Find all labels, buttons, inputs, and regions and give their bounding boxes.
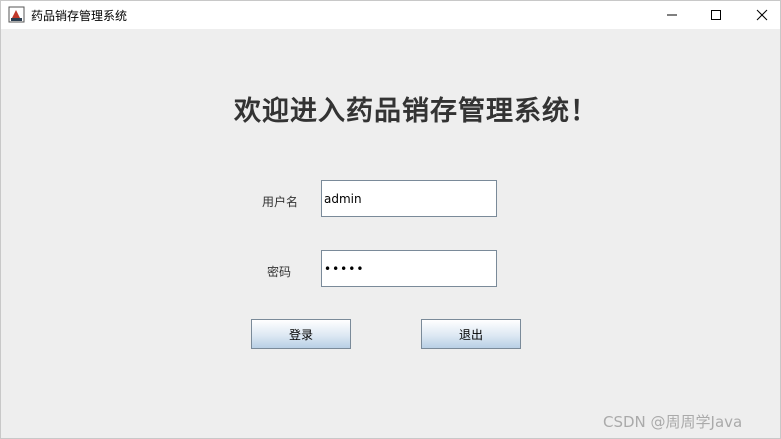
welcome-heading: 欢迎进入药品销存管理系统！	[234, 96, 598, 127]
login-window: 药品销存管理系统 欢迎进入药品销存管理系统！ 用户名 密码 登录 退出 CSDN…	[0, 0, 781, 439]
title-bar[interactable]: 药品销存管理系统	[1, 1, 780, 29]
username-label: 用户名	[262, 195, 299, 209]
maximize-button[interactable]	[693, 1, 739, 29]
close-icon	[756, 9, 768, 21]
minimize-icon	[667, 14, 677, 16]
username-input[interactable]	[321, 180, 497, 217]
password-input[interactable]	[321, 250, 497, 287]
password-label: 密码	[267, 265, 292, 279]
java-cup-icon	[8, 6, 25, 23]
watermark: CSDN @周周学Java	[603, 413, 743, 431]
close-button[interactable]	[739, 1, 781, 29]
window-title: 药品销存管理系统	[31, 9, 128, 23]
login-button[interactable]: 登录	[251, 319, 351, 349]
maximize-icon	[711, 10, 721, 20]
minimize-button[interactable]	[649, 1, 695, 29]
exit-button[interactable]: 退出	[421, 319, 521, 349]
